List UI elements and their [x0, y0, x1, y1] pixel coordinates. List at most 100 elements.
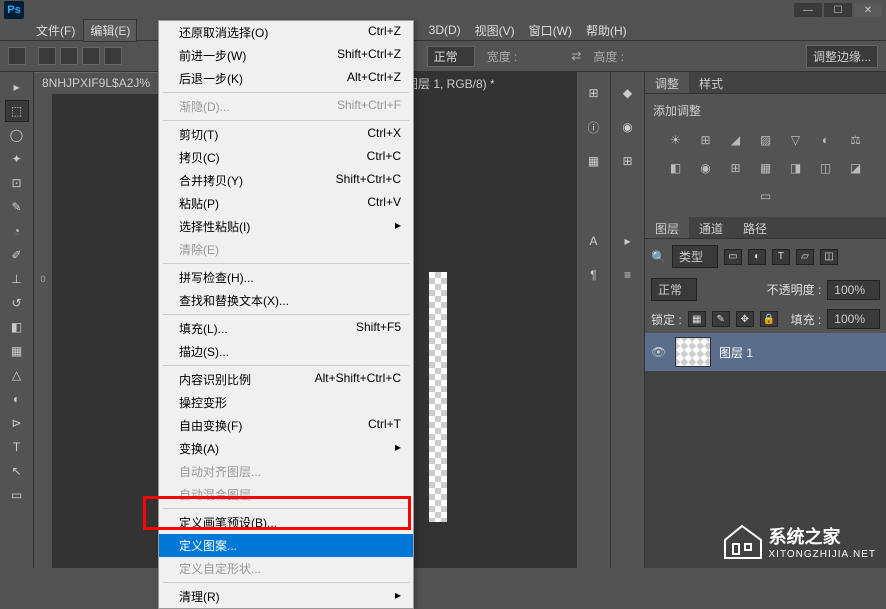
menu-step-forward[interactable]: 前进一步(W)Shift+Ctrl+Z [159, 44, 413, 67]
path-tool[interactable]: ↖ [5, 460, 29, 482]
tab-paths[interactable]: 路径 [733, 217, 777, 238]
minimize-button[interactable]: — [794, 3, 822, 17]
tool-preset-icon[interactable] [8, 47, 26, 65]
tab-layers[interactable]: 图层 [645, 217, 689, 238]
menu-find-replace[interactable]: 查找和替换文本(X)... [159, 289, 413, 312]
filter-shape-icon[interactable]: ▱ [796, 249, 814, 265]
menu-3d[interactable]: 3D(D) [423, 21, 467, 39]
history-brush-tool[interactable]: ↺ [5, 292, 29, 314]
paragraph-icon[interactable]: ¶ [585, 266, 603, 284]
refine-edge-button[interactable]: 调整边缘... [806, 45, 878, 68]
info-icon[interactable]: ⓘ [585, 118, 603, 136]
menu-paste[interactable]: 粘贴(P)Ctrl+V [159, 192, 413, 215]
selection-mode-new[interactable] [38, 47, 56, 65]
menu-window[interactable]: 窗口(W) [523, 20, 578, 41]
close-button[interactable]: ✕ [854, 3, 882, 17]
dodge-tool[interactable]: ◐ [5, 388, 29, 410]
selection-mode-add[interactable] [60, 47, 78, 65]
posterize-icon[interactable]: ◫ [816, 159, 836, 177]
color-icon[interactable]: ◆ [619, 84, 637, 102]
selection-mode-subtract[interactable] [82, 47, 100, 65]
photo-filter-icon[interactable]: ◉ [696, 159, 716, 177]
menu-view[interactable]: 视图(V) [469, 20, 521, 41]
fill-value[interactable]: 100% [827, 309, 880, 329]
opacity-value[interactable]: 100% [827, 280, 880, 300]
character-icon[interactable]: A [585, 232, 603, 250]
tab-channels[interactable]: 通道 [689, 217, 733, 238]
menu-copy[interactable]: 拷贝(C)Ctrl+C [159, 146, 413, 169]
menu-transform[interactable]: 变换(A)▸ [159, 437, 413, 460]
layers-icon[interactable]: ≡ [619, 266, 637, 284]
document-tab-1[interactable]: 8NHJPXIF9L$A2J% [34, 72, 174, 94]
menu-content-aware[interactable]: 内容识别比例Alt+Shift+Ctrl+C [159, 368, 413, 391]
shape-tool[interactable]: ▭ [5, 484, 29, 506]
brightness-icon[interactable]: ☀ [666, 131, 686, 149]
threshold-icon[interactable]: ◪ [846, 159, 866, 177]
eraser-tool[interactable]: ◧ [5, 316, 29, 338]
marquee-tool[interactable]: ⬚ [5, 100, 29, 122]
lock-pos-icon[interactable]: ✥ [736, 311, 754, 327]
history-icon[interactable]: ⊞ [585, 84, 603, 102]
menu-paste-special[interactable]: 选择性粘贴(I)▸ [159, 215, 413, 238]
menu-edit[interactable]: 编辑(E) [83, 19, 137, 42]
filter-image-icon[interactable]: ▭ [724, 249, 742, 265]
mixer-icon[interactable]: ⊞ [726, 159, 746, 177]
swatches-icon[interactable]: ▦ [585, 152, 603, 170]
gradient-tool[interactable]: ▦ [5, 340, 29, 362]
menu-file[interactable]: 文件(F) [30, 20, 81, 41]
healing-tool[interactable]: ◔ [5, 220, 29, 242]
eyedropper-tool[interactable]: ✎ [5, 196, 29, 218]
menu-help[interactable]: 帮助(H) [580, 20, 633, 41]
menu-step-backward[interactable]: 后退一步(K)Alt+Ctrl+Z [159, 67, 413, 90]
filter-smart-icon[interactable]: ◫ [820, 249, 838, 265]
filter-adjust-icon[interactable]: ◐ [748, 249, 766, 265]
move-tool[interactable]: ▸ [5, 76, 29, 98]
exposure-icon[interactable]: ▨ [756, 131, 776, 149]
lookup-icon[interactable]: ▦ [756, 159, 776, 177]
lasso-tool[interactable]: ◯ [5, 124, 29, 146]
wand-tool[interactable]: ✦ [5, 148, 29, 170]
layer-filter-dropdown[interactable]: 类型 [672, 245, 718, 268]
menu-cut[interactable]: 剪切(T)Ctrl+X [159, 123, 413, 146]
menu-free-transform[interactable]: 自由变换(F)Ctrl+T [159, 414, 413, 437]
vibrance-icon[interactable]: ▽ [786, 131, 806, 149]
swap-icon[interactable]: ⇄ [571, 49, 581, 63]
menu-define-pattern[interactable]: 定义图案... [159, 534, 413, 557]
brush-tool[interactable]: ✐ [5, 244, 29, 266]
menu-define-brush[interactable]: 定义画笔预设(B)... [159, 511, 413, 534]
pen-tool[interactable]: ⊳ [5, 412, 29, 434]
filter-type-icon[interactable]: T [772, 249, 790, 265]
type-tool[interactable]: T [5, 436, 29, 458]
layer-item-1[interactable]: 👁 图层 1 [645, 333, 886, 371]
levels-icon[interactable]: ⊞ [696, 131, 716, 149]
menu-undo[interactable]: 还原取消选择(O)Ctrl+Z [159, 21, 413, 44]
selection-mode-intersect[interactable] [104, 47, 122, 65]
balance-icon[interactable]: ⚖ [846, 131, 866, 149]
gradient-map-icon[interactable]: ▭ [756, 187, 776, 205]
actions-icon[interactable]: ▸ [619, 232, 637, 250]
maximize-button[interactable]: ☐ [824, 3, 852, 17]
menu-spell-check[interactable]: 拼写检查(H)... [159, 266, 413, 289]
blend-mode-dropdown[interactable]: 正常 [651, 278, 697, 301]
tab-styles[interactable]: 样式 [689, 72, 733, 93]
lock-paint-icon[interactable]: ✎ [712, 311, 730, 327]
canvas[interactable] [429, 272, 447, 522]
menu-fill[interactable]: 填充(L)...Shift+F5 [159, 317, 413, 340]
mode-dropdown[interactable]: 正常 [427, 46, 475, 67]
blur-tool[interactable]: △ [5, 364, 29, 386]
curves-icon[interactable]: ◢ [726, 131, 746, 149]
lock-all-icon[interactable]: 🔒 [760, 311, 778, 327]
invert-icon[interactable]: ◨ [786, 159, 806, 177]
menu-puppet-warp[interactable]: 操控变形 [159, 391, 413, 414]
hue-icon[interactable]: ◐ [816, 131, 836, 149]
crop-tool[interactable]: ⊡ [5, 172, 29, 194]
bw-icon[interactable]: ◧ [666, 159, 686, 177]
lock-trans-icon[interactable]: ▦ [688, 311, 706, 327]
visibility-icon[interactable]: 👁 [651, 345, 667, 359]
menu-stroke[interactable]: 描边(S)... [159, 340, 413, 363]
stamp-tool[interactable]: ⊥ [5, 268, 29, 290]
menu-copy-merged[interactable]: 合并拷贝(Y)Shift+Ctrl+C [159, 169, 413, 192]
tab-adjustments[interactable]: 调整 [645, 72, 689, 93]
navigator-icon[interactable]: ◉ [619, 118, 637, 136]
grid-icon[interactable]: ⊞ [619, 152, 637, 170]
